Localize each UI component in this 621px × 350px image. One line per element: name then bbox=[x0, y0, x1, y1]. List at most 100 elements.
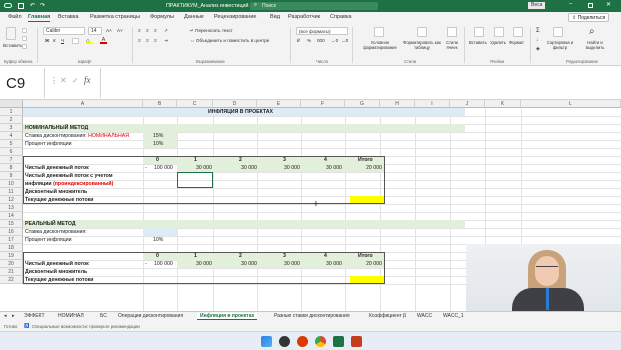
nominal-rate-value[interactable]: 15% bbox=[153, 132, 163, 140]
align-top-icon[interactable]: ≡ bbox=[138, 28, 141, 33]
real-inflation-value[interactable]: 10% bbox=[153, 236, 163, 244]
tab-file[interactable]: Файл bbox=[8, 14, 22, 20]
confirm-entry-icon[interactable]: ✓ bbox=[72, 76, 79, 85]
row-header[interactable]: 22 bbox=[0, 276, 23, 284]
row-header[interactable]: 21 bbox=[0, 268, 23, 276]
select-all-corner[interactable] bbox=[0, 100, 23, 108]
nominal-inflation-value[interactable]: 10% bbox=[153, 140, 163, 148]
conditional-format-label[interactable]: Условное форматирование bbox=[358, 40, 402, 50]
row-header[interactable]: 6 bbox=[0, 148, 23, 156]
spreadsheet-grid[interactable]: ABCDEFGHIJKL 1 2 3 4 5 6 7 8 9 10 11 12 13 14 15 16 17 18… bbox=[0, 100, 621, 311]
column-header[interactable]: C bbox=[177, 100, 213, 108]
tab-view[interactable]: Вид bbox=[270, 14, 280, 20]
sheet-tab-discount-ops[interactable]: Операции дисконтирования bbox=[118, 313, 183, 319]
powerpoint-icon[interactable] bbox=[351, 336, 362, 347]
redo-icon[interactable]: ↷ bbox=[40, 2, 45, 9]
column-header[interactable]: A bbox=[23, 100, 143, 108]
paste-label[interactable]: Вставить bbox=[3, 43, 22, 48]
chrome-icon[interactable] bbox=[315, 336, 326, 347]
row-header[interactable]: 12 bbox=[0, 196, 23, 204]
sheet-tab-beta[interactable]: Коэффициент β bbox=[369, 313, 406, 319]
sheet-tab-nominal[interactable]: НОМИНАЛ bbox=[58, 313, 84, 319]
insert-function-icon[interactable]: fx bbox=[84, 75, 91, 85]
bold-icon[interactable]: Ж bbox=[45, 38, 49, 43]
comma-icon[interactable]: 000 bbox=[317, 38, 325, 43]
row-header[interactable]: 1 bbox=[0, 108, 23, 116]
insert-cells-icon[interactable] bbox=[474, 27, 484, 37]
sort-filter-label[interactable]: Сортировка и фильтр bbox=[545, 40, 575, 50]
name-box[interactable]: C9 bbox=[0, 68, 45, 98]
column-header[interactable]: I bbox=[415, 100, 450, 108]
sheet-tab-wacc[interactable]: WACC bbox=[417, 313, 432, 319]
real-rate-input[interactable] bbox=[143, 228, 177, 236]
share-button[interactable]: ⇪ Поделиться bbox=[568, 13, 610, 22]
maximize-button[interactable] bbox=[588, 3, 593, 8]
cancel-entry-icon[interactable]: ✕ bbox=[60, 76, 67, 85]
column-header[interactable]: E bbox=[257, 100, 301, 108]
indent-icon[interactable]: ⇥ bbox=[164, 38, 168, 44]
sheet-tab-bs[interactable]: БС bbox=[100, 313, 107, 319]
cut-icon[interactable] bbox=[22, 28, 27, 33]
row-header[interactable]: 15 bbox=[0, 220, 23, 228]
row-header[interactable]: 9 bbox=[0, 172, 23, 180]
delete-cells-label[interactable]: Удалить bbox=[490, 40, 506, 45]
tab-insert[interactable]: Вставка bbox=[58, 14, 78, 20]
format-table-icon[interactable] bbox=[417, 27, 427, 37]
merge-center-button[interactable]: ⇔ Объединить и поместить в центре bbox=[190, 38, 269, 43]
shrink-font-icon[interactable]: A˅ bbox=[117, 28, 123, 33]
clear-icon[interactable]: ◈ bbox=[536, 46, 540, 52]
row-header[interactable]: 4 bbox=[0, 132, 23, 140]
format-painter-icon[interactable] bbox=[22, 44, 27, 49]
row-header[interactable]: 17 bbox=[0, 236, 23, 244]
align-bottom-icon[interactable]: ≡ bbox=[154, 28, 157, 33]
autosave-icon[interactable] bbox=[4, 3, 12, 8]
grow-font-icon[interactable]: A˄ bbox=[106, 28, 112, 33]
sort-filter-icon[interactable] bbox=[553, 27, 563, 37]
percent-icon[interactable]: % bbox=[307, 38, 311, 43]
column-header[interactable]: J bbox=[450, 100, 485, 108]
formula-options-icon[interactable]: ⋮ bbox=[50, 76, 58, 85]
fill-color-icon[interactable]: ◇ bbox=[86, 38, 93, 44]
tab-page-layout[interactable]: Разметка страницы bbox=[90, 14, 140, 20]
cell-styles-icon[interactable] bbox=[447, 27, 457, 37]
save-icon[interactable] bbox=[18, 3, 24, 9]
column-header[interactable]: L bbox=[521, 100, 621, 108]
status-accessibility[interactable]: Специальные возможности: проверьте реком… bbox=[32, 324, 140, 329]
row-header[interactable]: 2 bbox=[0, 116, 23, 124]
find-select-label[interactable]: Найти и выделить bbox=[578, 40, 612, 50]
column-header[interactable]: B bbox=[143, 100, 177, 108]
sheet-nav-prev-icon[interactable]: ◂ bbox=[4, 313, 7, 319]
format-cells-label[interactable]: Формат bbox=[509, 40, 524, 45]
font-color-icon[interactable]: A bbox=[100, 37, 107, 44]
autosum-icon[interactable]: Σ bbox=[536, 28, 540, 34]
insert-cells-label[interactable]: Вставить bbox=[469, 40, 487, 45]
row-header[interactable]: 13 bbox=[0, 204, 23, 212]
user-name[interactable]: Веса bbox=[528, 2, 546, 9]
tab-developer[interactable]: Разработчик bbox=[288, 14, 320, 20]
row-header[interactable]: 10 bbox=[0, 180, 23, 188]
align-left-icon[interactable]: ≡ bbox=[138, 38, 141, 43]
increase-decimal-icon[interactable]: ←0 bbox=[331, 38, 338, 43]
excel-icon[interactable] bbox=[333, 336, 344, 347]
column-header[interactable]: H bbox=[380, 100, 415, 108]
row-header[interactable]: 5 bbox=[0, 140, 23, 148]
column-header[interactable]: G bbox=[345, 100, 380, 108]
delete-cells-icon[interactable] bbox=[494, 27, 504, 37]
tab-help[interactable]: Справка bbox=[330, 14, 352, 20]
conditional-format-icon[interactable] bbox=[374, 27, 384, 37]
tab-review[interactable]: Рецензирование bbox=[214, 14, 256, 20]
row-header[interactable]: 18 bbox=[0, 244, 23, 252]
format-table-label[interactable]: Форматировать как таблицу bbox=[402, 40, 442, 50]
row-header[interactable]: 7 bbox=[0, 156, 23, 164]
row-header[interactable]: 20 bbox=[0, 260, 23, 268]
formula-input[interactable] bbox=[100, 68, 615, 98]
format-cells-icon[interactable] bbox=[513, 27, 523, 37]
italic-icon[interactable]: К bbox=[53, 38, 56, 43]
sheet-tab-wacc-1[interactable]: WACC_1 bbox=[443, 313, 464, 319]
sheet-nav-next-icon[interactable]: ▸ bbox=[12, 313, 15, 319]
cell-styles-label[interactable]: Стили ячеек bbox=[442, 40, 462, 50]
font-name-select[interactable]: Calibri bbox=[43, 27, 85, 35]
find-select-icon[interactable]: ⌕ bbox=[589, 26, 595, 37]
row-header[interactable]: 8 bbox=[0, 164, 23, 172]
column-header[interactable]: K bbox=[485, 100, 521, 108]
